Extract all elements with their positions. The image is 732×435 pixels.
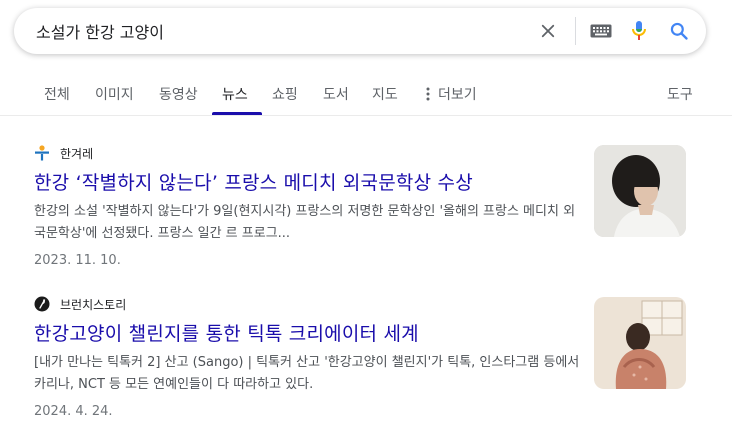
result-title-link[interactable]: 한강 ‘작별하지 않는다’ 프랑스 메디치 외국문학상 수상	[34, 168, 684, 195]
result-source[interactable]: 브런치스토리	[34, 295, 684, 313]
microphone-icon[interactable]	[624, 16, 654, 46]
source-name: 한겨레	[60, 146, 94, 161]
result-date: 2023. 11. 10.	[34, 253, 121, 268]
tab-images[interactable]: 이미지	[95, 84, 134, 104]
search-input[interactable]: 소설가 한강 고양이	[36, 19, 533, 43]
tab-news[interactable]: 뉴스	[222, 84, 248, 104]
tab-more[interactable]: 더보기	[426, 84, 477, 104]
tab-all[interactable]: 전체	[44, 84, 70, 104]
brunch-logo-icon	[34, 296, 50, 312]
result-date: 2024. 4. 24.	[34, 404, 113, 419]
hani-logo-icon	[34, 145, 50, 161]
result-source[interactable]: 한겨레	[34, 144, 684, 162]
result-snippet: 한강의 소설 '작별하지 않는다'가 9일(현지시각) 프랑스의 저명한 문학상…	[34, 204, 576, 241]
tab-shopping[interactable]: 쇼핑	[272, 84, 298, 104]
tabs-divider	[0, 115, 732, 116]
search-actions	[533, 8, 706, 54]
tab-maps[interactable]: 지도	[372, 84, 398, 104]
result-thumbnail[interactable]	[594, 297, 686, 389]
tools-button[interactable]: 도구	[667, 84, 693, 104]
result-title-link[interactable]: 한강고양이 챌린지를 통한 틱톡 크리에이터 세계	[34, 319, 684, 346]
search-box[interactable]: 소설가 한강 고양이	[14, 8, 706, 54]
news-result: 한겨레 한강 ‘작별하지 않는다’ 프랑스 메디치 외국문학상 수상 한강의 소…	[34, 144, 684, 268]
tab-videos[interactable]: 동영상	[159, 84, 198, 104]
news-result: 브런치스토리 한강고양이 챌린지를 통한 틱톡 크리에이터 세계 [내가 만나는…	[34, 295, 684, 419]
tab-books[interactable]: 도서	[323, 84, 349, 104]
search-divider	[575, 17, 576, 45]
keyboard-icon[interactable]	[586, 16, 616, 46]
search-icon[interactable]	[664, 16, 694, 46]
search-tabs: 전체 이미지 동영상 뉴스 쇼핑 도서 지도 더보기 도구	[0, 76, 732, 116]
source-name: 브런치스토리	[60, 297, 127, 312]
result-thumbnail[interactable]	[594, 145, 686, 237]
clear-icon[interactable]	[533, 16, 563, 46]
result-snippet: [내가 만나는 틱톡커 2] 산고 (Sango) | 틱톡커 산고 '한강고양…	[34, 355, 580, 392]
more-vert-icon	[426, 87, 430, 101]
tab-more-label: 더보기	[438, 87, 477, 103]
